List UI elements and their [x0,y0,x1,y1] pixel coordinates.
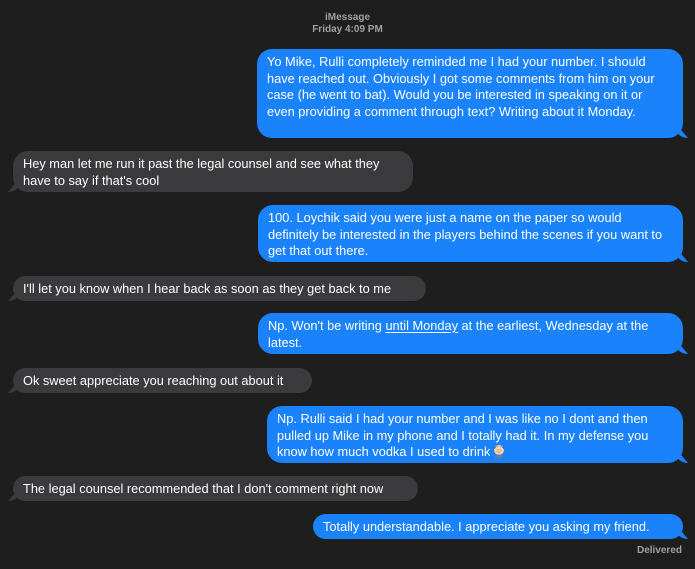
man-facepalming-emoji-icon [494,445,505,458]
message-bubble-sent[interactable]: Np. Rulli said I had your number and I w… [267,406,683,463]
message-bubble-sent[interactable]: Totally understandable. I appreciate you… [313,514,683,539]
message-text: The legal counsel recommended that I don… [23,481,384,496]
message-bubble-sent[interactable]: Np. Won't be writing until Monday at the… [258,313,683,354]
message-bubble-received[interactable]: Hey man let me run it past the legal cou… [13,151,413,192]
service-label: iMessage [324,12,371,23]
message-bubble-sent[interactable]: Yo Mike, Rulli completely reminded me I … [257,49,683,138]
message-text: Np. Rulli said I had your number and I w… [277,411,649,459]
timestamp-label: Friday 4:09 PM [312,24,383,35]
message-text: Totally understandable. I appreciate you… [323,519,650,534]
message-bubble-sent[interactable]: 100. Loychik said you were just a name o… [258,205,683,262]
message-text: I'll let you know when I hear back as so… [23,281,392,296]
message-text: Ok sweet appreciate you reaching out abo… [23,373,284,388]
delivered-status: Delivered [636,545,682,556]
conversation-header: iMessage Friday 4:09 PM [0,12,695,36]
message-text: 100. Loychik said you were just a name o… [268,210,663,258]
message-text: Np. Won't be writing [268,318,386,333]
message-bubble-received[interactable]: The legal counsel recommended that I don… [13,476,418,501]
message-bubble-received[interactable]: I'll let you know when I hear back as so… [13,276,426,301]
date-link[interactable]: until Monday [385,318,458,333]
message-bubble-received[interactable]: Ok sweet appreciate you reaching out abo… [13,368,312,393]
message-text: Hey man let me run it past the legal cou… [23,156,380,188]
message-text: Yo Mike, Rulli completely reminded me I … [267,54,655,119]
